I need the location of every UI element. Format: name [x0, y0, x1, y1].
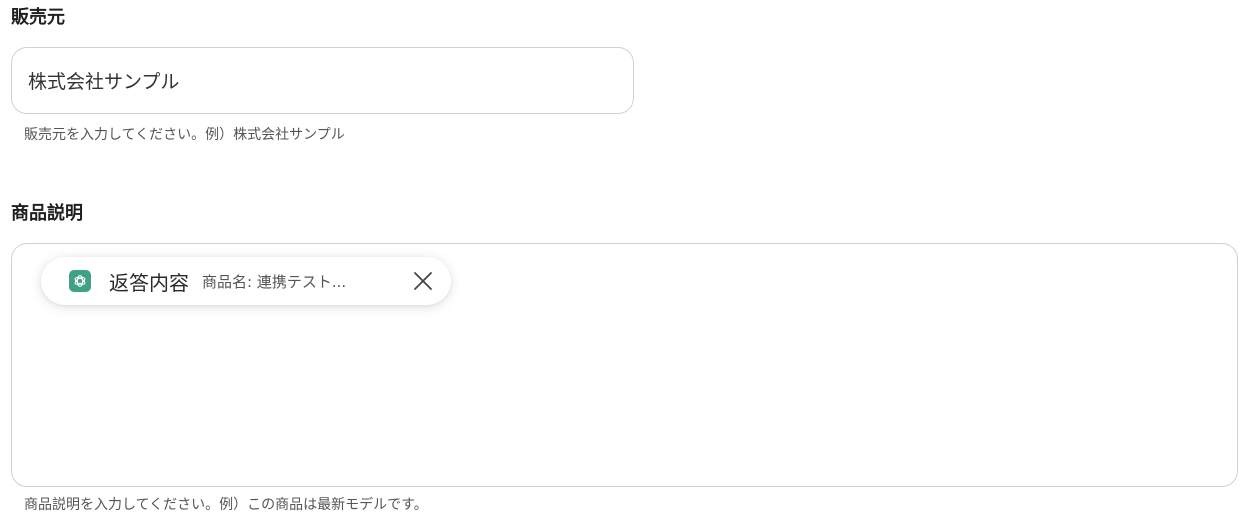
- description-helper-text: 商品説明を入力してください。例）この商品は最新モデルです。: [24, 497, 428, 513]
- vendor-input[interactable]: 株式会社サンプル: [11, 47, 634, 114]
- vendor-helper-text: 販売元を入力してください。例）株式会社サンプル: [24, 127, 345, 143]
- openai-icon: [69, 270, 91, 292]
- vendor-input-value: 株式会社サンプル: [28, 71, 180, 93]
- response-token-chip[interactable]: 返答内容 商品名: 連携テスト...: [41, 257, 451, 305]
- close-icon[interactable]: [409, 267, 437, 295]
- description-label: 商品説明: [11, 203, 83, 224]
- vendor-label: 販売元: [11, 7, 65, 28]
- token-title: 返答内容: [109, 270, 189, 295]
- description-textarea[interactable]: 返答内容 商品名: 連携テスト...: [11, 243, 1238, 487]
- token-value: 商品名: 連携テスト...: [202, 272, 347, 291]
